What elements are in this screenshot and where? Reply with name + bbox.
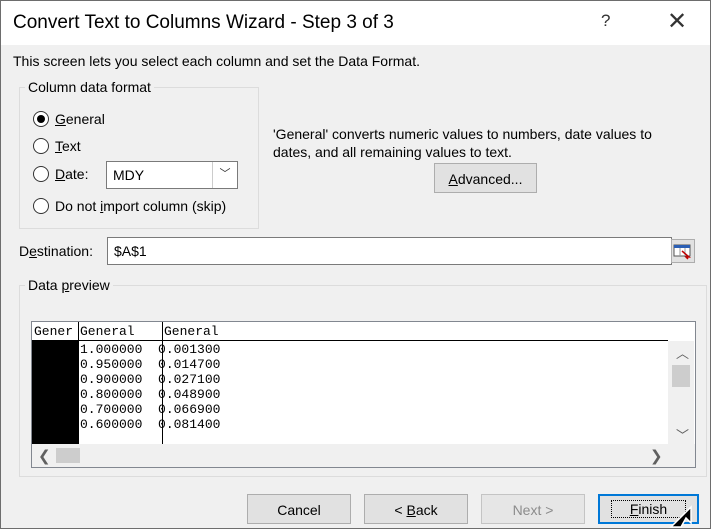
row-2-col-3: 0.014700 (158, 357, 221, 372)
data-preview-title: Data preview (25, 277, 113, 293)
horizontal-scroll-thumb[interactable] (56, 448, 80, 463)
advanced-label-u: A (448, 171, 458, 187)
destination-input[interactable]: $A$1 (107, 237, 672, 265)
row-5-col-3: 0.066900 (158, 402, 221, 417)
radio-skip-label: mport column (skip) (103, 198, 227, 214)
preview-header-col-3[interactable]: General (164, 324, 264, 339)
wizard-dialog: Convert Text to Columns Wizard - Step 3 … (0, 0, 711, 529)
row-5-col-2: 0.700000 (80, 402, 143, 417)
table-row: 0.600000 0.081400 (80, 417, 220, 432)
back-label-b: ack (415, 502, 438, 518)
back-button[interactable]: < Back (364, 494, 468, 524)
close-icon[interactable]: ✕ (667, 7, 687, 36)
radio-general-dot[interactable] (33, 111, 49, 127)
radio-text[interactable]: Text (33, 138, 81, 154)
range-select-button[interactable] (671, 239, 695, 263)
help-button[interactable]: ? (601, 11, 610, 31)
back-label-a: < (394, 502, 407, 518)
preview-header-col-1[interactable]: Gener (34, 324, 78, 339)
selected-column-1[interactable] (32, 341, 78, 444)
radio-date[interactable]: Date: (33, 166, 88, 182)
row-6-col-2: 0.600000 (80, 417, 143, 432)
row-4-col-2: 0.800000 (80, 387, 143, 402)
table-row: 1.000000 0.001300 (80, 342, 220, 357)
radio-skip[interactable]: Do not import column (skip) (33, 198, 226, 214)
row-2-col-2: 0.950000 (80, 357, 143, 372)
back-label-u: B (406, 502, 416, 518)
column-format-title: Column data format (25, 79, 154, 95)
radio-general-label: eneral (65, 111, 105, 127)
preview-header-col-2[interactable]: General (80, 324, 160, 339)
table-row: 0.700000 0.066900 (80, 402, 220, 417)
destination-label-u: e (29, 243, 37, 259)
radio-text-label: ext (62, 138, 81, 154)
table-row: 0.800000 0.048900 (80, 387, 220, 402)
destination-label: Destination: (19, 243, 93, 259)
scroll-down-icon[interactable]: ﹀ (676, 425, 689, 444)
dialog-description: This screen lets you select each column … (13, 53, 420, 69)
table-row: 0.950000 0.014700 (80, 357, 220, 372)
row-3-col-2: 0.900000 (80, 372, 143, 387)
preview-header-row: Gener General General (32, 322, 668, 341)
radio-skip-dot[interactable] (33, 198, 49, 214)
next-button: Next > (481, 494, 585, 524)
horizontal-scrollbar[interactable]: ❮ ❯ (32, 444, 695, 467)
preview-title-a: Data (28, 277, 62, 293)
radio-date-label: ate: (65, 166, 89, 182)
range-select-icon (673, 244, 692, 260)
radio-general-label-u: G (55, 111, 66, 127)
row-1-col-3: 0.001300 (158, 342, 221, 357)
destination-value: $A$1 (114, 243, 147, 259)
radio-text-label-u: T (55, 138, 62, 154)
date-format-value: MDY (113, 167, 145, 183)
advanced-button[interactable]: Advanced... (434, 163, 537, 193)
scroll-right-icon[interactable]: ❯ (650, 447, 663, 465)
destination-label-a: D (19, 243, 30, 259)
dialog-title: Convert Text to Columns Wizard - Step 3 … (13, 12, 394, 33)
cancel-button[interactable]: Cancel (247, 494, 351, 524)
data-preview-grid[interactable]: Gener General General 1.000000 0.001300 … (31, 321, 696, 468)
row-4-col-3: 0.048900 (158, 387, 221, 402)
format-info-text: 'General' converts numeric values to num… (273, 126, 652, 160)
date-format-select[interactable]: MDY ﹀ (106, 161, 238, 189)
title-bar: Convert Text to Columns Wizard - Step 3 … (1, 1, 710, 45)
radio-text-dot[interactable] (33, 138, 49, 154)
mouse-cursor-icon (669, 505, 692, 528)
scroll-up-icon[interactable]: ︿ (676, 343, 689, 362)
radio-general[interactable]: General (33, 111, 105, 127)
chevron-down-icon[interactable]: ﹀ (212, 162, 237, 188)
row-3-col-3: 0.027100 (158, 372, 221, 387)
column-divider-1[interactable] (78, 322, 79, 444)
radio-skip-label-a: Do not (55, 198, 101, 214)
vertical-scroll-thumb[interactable] (672, 365, 690, 387)
row-6-col-3: 0.081400 (158, 417, 221, 432)
vertical-scrollbar[interactable]: ︿ ﹀ (668, 341, 694, 444)
radio-date-label-u: D (55, 166, 66, 182)
advanced-label: dvanced... (457, 171, 523, 187)
finish-label: inish (638, 501, 668, 517)
row-1-col-2: 1.000000 (80, 342, 143, 357)
scroll-left-icon[interactable]: ❮ (38, 447, 51, 465)
destination-label-b: stination: (36, 243, 93, 259)
table-row: 0.900000 0.027100 (80, 372, 220, 387)
radio-date-dot[interactable] (33, 166, 49, 182)
preview-title-b: review (69, 277, 110, 293)
